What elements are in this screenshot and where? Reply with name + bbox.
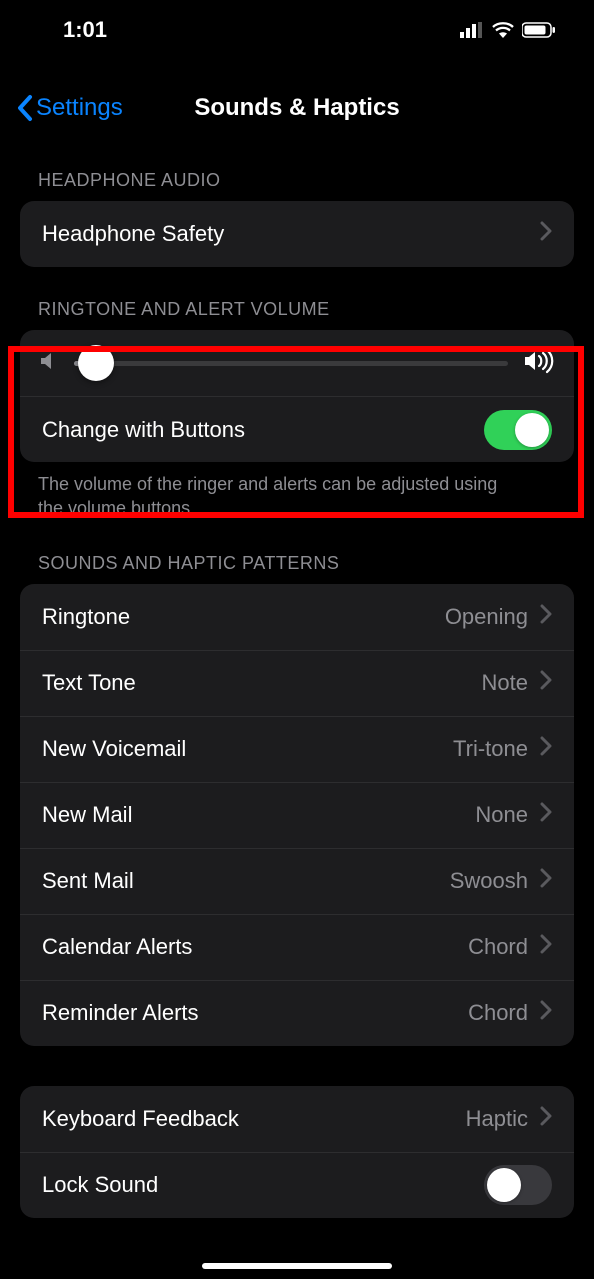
sound-row[interactable]: Ringtone Opening [20, 584, 574, 650]
nav-bar: Settings Sounds & Haptics [8, 78, 586, 138]
chevron-right-icon [540, 934, 552, 960]
section-header-ringtone: RINGTONE AND ALERT VOLUME [8, 267, 586, 330]
toggle-change-with-buttons[interactable] [484, 410, 552, 450]
chevron-right-icon [540, 802, 552, 828]
chevron-right-icon [540, 1000, 552, 1026]
toggle-lock-sound[interactable] [484, 1165, 552, 1205]
toggle-knob [515, 413, 549, 447]
row-value: Swoosh [450, 868, 528, 894]
row-value: Note [482, 670, 528, 696]
sound-row[interactable]: Text Tone Note [20, 650, 574, 716]
row-label: New Mail [42, 802, 132, 828]
volume-slider-row [20, 330, 574, 396]
section-header-headphone: HEADPHONE AUDIO [8, 138, 586, 201]
row-label: Lock Sound [42, 1172, 158, 1198]
sound-row[interactable]: New Voicemail Tri-tone [20, 716, 574, 782]
row-label: Change with Buttons [42, 417, 245, 443]
row-label: Reminder Alerts [42, 1000, 199, 1026]
row-value: Chord [468, 934, 528, 960]
row-value: Chord [468, 1000, 528, 1026]
chevron-right-icon [540, 604, 552, 630]
toggle-knob [487, 1168, 521, 1202]
slider-thumb[interactable] [78, 345, 114, 381]
row-label: Sent Mail [42, 868, 134, 894]
row-label: New Voicemail [42, 736, 186, 762]
group-sounds: Ringtone Opening Text Tone Note New Voicemai… [20, 584, 574, 1046]
row-label: Headphone Safety [42, 221, 224, 247]
back-button[interactable]: Settings [16, 94, 123, 122]
status-bar: 1:01 [8, 0, 586, 60]
sound-row[interactable]: Calendar Alerts Chord [20, 914, 574, 980]
row-value: Opening [445, 604, 528, 630]
sound-row[interactable]: New Mail None [20, 782, 574, 848]
row-value: None [475, 802, 528, 828]
wifi-icon [492, 22, 514, 38]
group-ringtone: Change with Buttons [20, 330, 574, 462]
volume-high-icon [524, 348, 554, 379]
chevron-right-icon [540, 868, 552, 894]
battery-icon [522, 22, 556, 38]
row-lock-sound[interactable]: Lock Sound [20, 1152, 574, 1218]
row-label: Ringtone [42, 604, 130, 630]
volume-slider[interactable] [74, 361, 508, 366]
volume-low-icon [40, 350, 58, 377]
row-change-with-buttons[interactable]: Change with Buttons [20, 396, 574, 462]
chevron-right-icon [540, 736, 552, 762]
chevron-right-icon [540, 1106, 552, 1132]
section-footer-ringtone: The volume of the ringer and alerts can … [8, 462, 586, 521]
row-label: Calendar Alerts [42, 934, 192, 960]
row-value: Haptic [466, 1106, 528, 1132]
home-indicator[interactable] [202, 1263, 392, 1269]
chevron-right-icon [540, 670, 552, 696]
chevron-left-icon [16, 94, 34, 122]
chevron-right-icon [540, 221, 552, 247]
row-value: Tri-tone [453, 736, 528, 762]
group-headphone: Headphone Safety [20, 201, 574, 267]
row-label: Keyboard Feedback [42, 1106, 239, 1132]
row-label: Text Tone [42, 670, 136, 696]
status-time: 1:01 [63, 17, 107, 43]
back-label: Settings [36, 94, 123, 122]
row-keyboard-feedback[interactable]: Keyboard Feedback Haptic [20, 1086, 574, 1152]
section-header-sounds: SOUNDS AND HAPTIC PATTERNS [8, 521, 586, 584]
row-headphone-safety[interactable]: Headphone Safety [20, 201, 574, 267]
sound-row[interactable]: Reminder Alerts Chord [20, 980, 574, 1046]
group-other: Keyboard Feedback Haptic Lock Sound [20, 1086, 574, 1218]
sound-row[interactable]: Sent Mail Swoosh [20, 848, 574, 914]
cellular-icon [460, 22, 484, 38]
